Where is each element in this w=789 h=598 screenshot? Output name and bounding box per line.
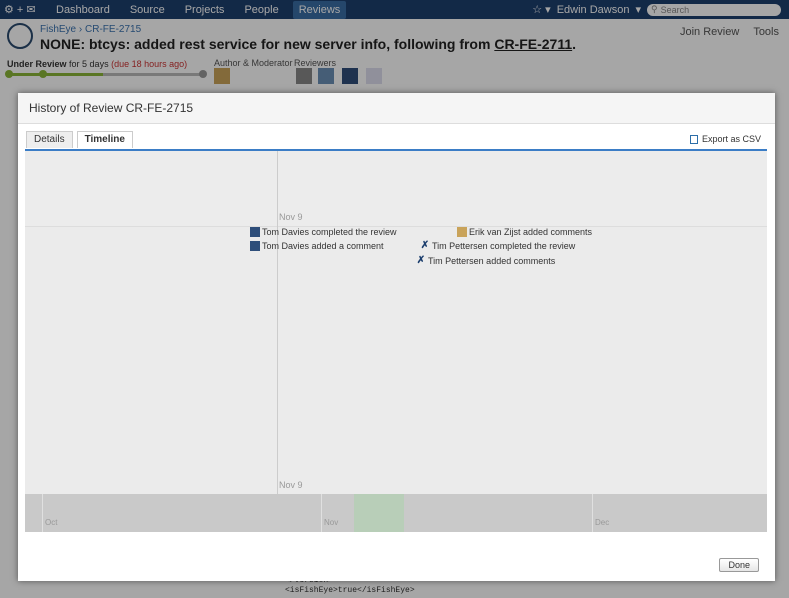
event-text: Erik van Zijst added comments [469, 227, 593, 237]
spreadsheet-icon [689, 134, 698, 144]
overview-month: Oct [45, 518, 58, 527]
timeline-event[interactable]: Erik van Zijst added comments [457, 227, 592, 237]
avatar-icon [250, 241, 260, 251]
dialog-tabs: Details Timeline [26, 131, 133, 148]
timeline-event[interactable]: Tom Davies added a comment [250, 241, 384, 251]
timeline-event[interactable]: Tom Davies completed the review [250, 227, 397, 237]
avatar-icon [250, 227, 260, 237]
timeline[interactable]: Nov 9 Nov 9 Tom Davies completed the rev… [25, 149, 767, 532]
timeline-date-top: Nov 9 [279, 212, 303, 222]
overview-tick [42, 494, 43, 532]
timeline-band-upper [25, 151, 767, 227]
history-dialog: History of Review CR-FE-2715 Details Tim… [18, 93, 775, 581]
export-label: Export as CSV [701, 134, 761, 144]
timeline-event[interactable]: ✗ Tim Pettersen completed the review [420, 240, 576, 252]
event-text: Tim Pettersen completed the review [432, 241, 576, 251]
overview-month: Nov [324, 518, 339, 527]
overview-month: Dec [595, 518, 610, 527]
export-csv-button[interactable]: Export as CSV [689, 134, 761, 144]
overview-tick [321, 494, 322, 532]
timeline-event[interactable]: ✗ Tim Pettersen added comments [416, 255, 556, 267]
event-text: Tom Davies added a comment [262, 241, 384, 251]
dialog-title: History of Review CR-FE-2715 [29, 101, 194, 115]
tab-timeline[interactable]: Timeline [76, 131, 133, 148]
event-text: Tom Davies completed the review [262, 227, 397, 237]
timeline-overview[interactable]: Oct Nov Dec [25, 494, 767, 532]
timeline-date-bottom: Nov 9 [279, 480, 303, 490]
overview-tick [592, 494, 593, 532]
done-button[interactable]: Done [719, 558, 759, 572]
avatar-icon [457, 227, 467, 237]
timeline-marker-line [277, 151, 278, 494]
avatar-icon: ✗ [420, 240, 430, 251]
event-text: Tim Pettersen added comments [428, 256, 556, 266]
avatar-icon: ✗ [416, 255, 426, 266]
tab-details[interactable]: Details [26, 131, 73, 148]
overview-window-handle[interactable] [354, 494, 404, 532]
